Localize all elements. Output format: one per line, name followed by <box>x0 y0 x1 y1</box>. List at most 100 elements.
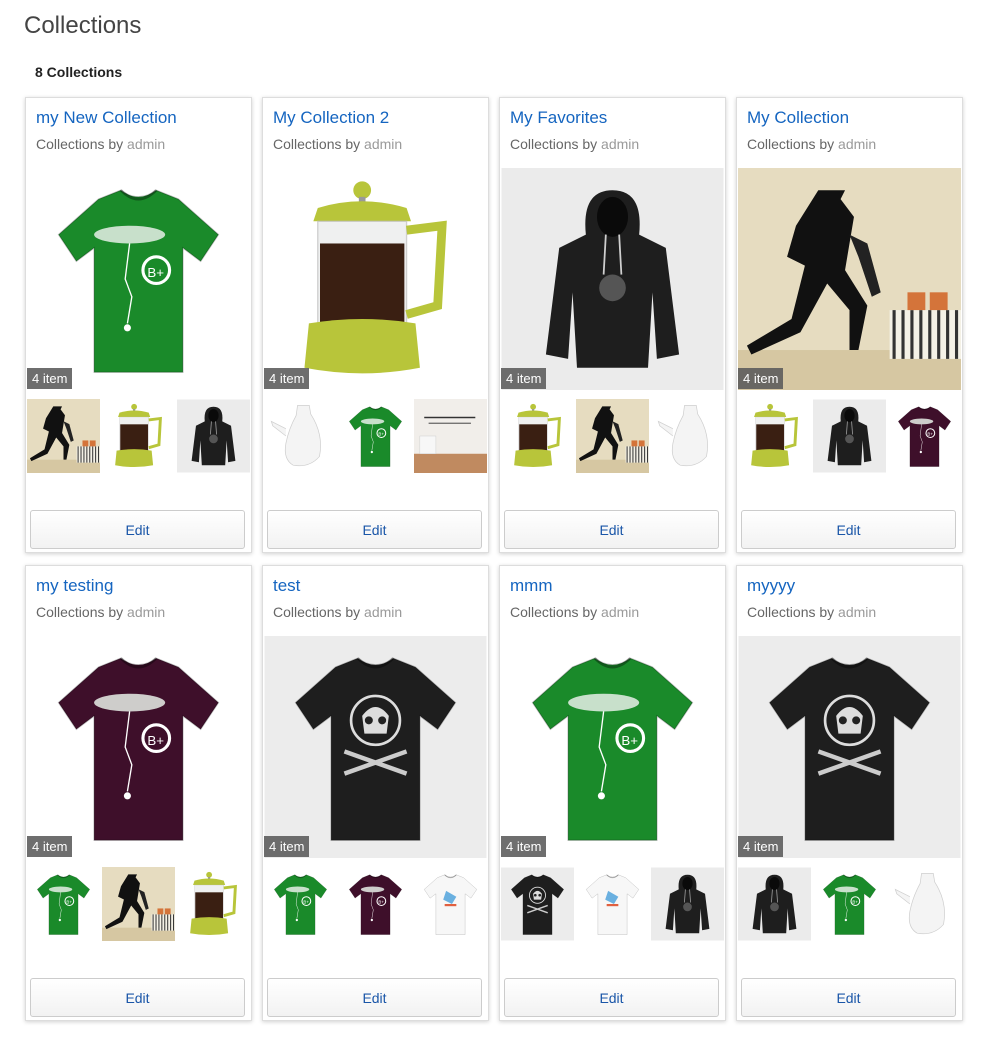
item-count-badge: 4 item <box>264 836 310 857</box>
collection-cover-image-wall-dancer[interactable] <box>738 168 961 390</box>
thumbnail-hoodie-black[interactable] <box>813 399 886 473</box>
edit-button[interactable]: Edit <box>267 978 482 1017</box>
item-count-badge: 4 item <box>264 368 310 389</box>
edit-button[interactable]: Edit <box>267 510 482 549</box>
thumbnail-tshirt-green[interactable]: B+ <box>813 867 886 941</box>
thumbnail-wall-dancer[interactable] <box>27 399 100 473</box>
collection-title-link[interactable]: my New Collection <box>36 108 177 128</box>
byline-author[interactable]: admin <box>127 136 165 152</box>
thumbnail-strip <box>27 399 250 473</box>
page-title: Collections <box>24 12 142 39</box>
collection-cover-image-hoodie-black[interactable] <box>501 168 724 390</box>
byline-prefix: Collections by <box>36 604 124 620</box>
collection-card: mmm Collections by admin B+ 4 item Edit <box>499 565 726 1021</box>
collection-title-link[interactable]: mmm <box>510 576 552 596</box>
svg-text:B+: B+ <box>378 431 384 436</box>
thumbnail-kettle-white[interactable] <box>264 399 337 473</box>
collection-byline: Collections by admin <box>510 136 639 152</box>
collection-cover-image-tshirt-purple[interactable]: B+ <box>27 636 250 858</box>
collection-card: my New Collection Collections by admin B+ 4… <box>25 97 252 553</box>
thumbnail-tshirt-green[interactable]: B+ <box>339 399 412 473</box>
thumbnail-tshirt-purple[interactable]: B+ <box>339 867 412 941</box>
svg-text:B+: B+ <box>147 265 164 280</box>
collection-cover-image-tshirt-black-skull[interactable] <box>264 636 487 858</box>
thumbnail-tshirt-green[interactable]: B+ <box>27 867 100 941</box>
collection-byline: Collections by admin <box>36 604 165 620</box>
thumbnail-french-press[interactable] <box>738 399 811 473</box>
thumbnail-tshirt-white-print[interactable] <box>414 867 487 941</box>
collection-cover-image-tshirt-green[interactable]: B+ <box>27 168 250 390</box>
thumbnail-strip: B+ <box>27 867 250 941</box>
thumbnail-hoodie-black[interactable] <box>738 867 811 941</box>
collection-cover-image-tshirt-black-skull[interactable] <box>738 636 961 858</box>
collection-card: test Collections by admin 4 item B+ B+ Edit <box>262 565 489 1021</box>
byline-author[interactable]: admin <box>601 604 639 620</box>
collection-title-link[interactable]: my testing <box>36 576 113 596</box>
byline-author[interactable]: admin <box>364 136 402 152</box>
collection-cover-image-tshirt-green[interactable]: B+ <box>501 636 724 858</box>
svg-text:B+: B+ <box>621 733 638 748</box>
byline-prefix: Collections by <box>273 136 361 152</box>
collections-grid: my New Collection Collections by admin B+ 4… <box>25 97 965 1021</box>
thumbnail-wall-quote[interactable] <box>414 399 487 473</box>
collection-title-link[interactable]: myyyy <box>747 576 795 596</box>
byline-author[interactable]: admin <box>127 604 165 620</box>
byline-prefix: Collections by <box>747 604 835 620</box>
item-count-badge: 4 item <box>738 836 784 857</box>
collection-byline: Collections by admin <box>747 604 876 620</box>
thumbnail-french-press[interactable] <box>501 399 574 473</box>
byline-author[interactable]: admin <box>601 136 639 152</box>
thumbnail-wall-dancer[interactable] <box>102 867 175 941</box>
collection-title-link[interactable]: My Favorites <box>510 108 607 128</box>
svg-text:B+: B+ <box>147 733 164 748</box>
thumbnail-tshirt-green[interactable]: B+ <box>264 867 337 941</box>
svg-text:B+: B+ <box>927 431 933 436</box>
item-count-badge: 4 item <box>501 368 547 389</box>
thumbnail-kettle-white[interactable] <box>651 399 724 473</box>
collection-card: My Collection 2 Collections by admin 4 ite… <box>262 97 489 553</box>
byline-prefix: Collections by <box>36 136 124 152</box>
item-count-badge: 4 item <box>501 836 547 857</box>
thumbnail-tshirt-white-print[interactable] <box>576 867 649 941</box>
collection-title-link[interactable]: My Collection 2 <box>273 108 389 128</box>
thumbnail-strip: B+ B+ <box>264 867 487 941</box>
edit-button[interactable]: Edit <box>741 978 956 1017</box>
thumbnail-strip <box>501 399 724 473</box>
thumbnail-french-press[interactable] <box>102 399 175 473</box>
thumbnail-wall-dancer[interactable] <box>576 399 649 473</box>
thumbnail-tshirt-black-skull[interactable] <box>501 867 574 941</box>
byline-author[interactable]: admin <box>838 136 876 152</box>
thumbnail-kettle-white[interactable] <box>888 867 961 941</box>
byline-prefix: Collections by <box>510 604 598 620</box>
thumbnail-hoodie-black[interactable] <box>651 867 724 941</box>
collection-card: myyyy Collections by admin 4 item B+ Edit <box>736 565 963 1021</box>
collection-byline: Collections by admin <box>36 136 165 152</box>
svg-text:B+: B+ <box>378 899 384 904</box>
collections-count: 8 Collections <box>35 64 123 80</box>
collection-byline: Collections by admin <box>747 136 876 152</box>
byline-author[interactable]: admin <box>364 604 402 620</box>
thumbnail-french-press[interactable] <box>177 867 250 941</box>
item-count-badge: 4 item <box>27 836 73 857</box>
thumbnail-hoodie-black[interactable] <box>177 399 250 473</box>
edit-button[interactable]: Edit <box>504 510 719 549</box>
collection-card: My Collection Collections by admin 4 item B… <box>736 97 963 553</box>
edit-button[interactable]: Edit <box>30 510 245 549</box>
thumbnail-strip: B+ <box>738 867 961 941</box>
collection-byline: Collections by admin <box>273 136 402 152</box>
collection-card: My Favorites Collections by admin 4 item Ed… <box>499 97 726 553</box>
collection-card: my testing Collections by admin B+ 4 item B+… <box>25 565 252 1021</box>
byline-prefix: Collections by <box>747 136 835 152</box>
collection-title-link[interactable]: test <box>273 576 300 596</box>
item-count-badge: 4 item <box>27 368 73 389</box>
edit-button[interactable]: Edit <box>30 978 245 1017</box>
svg-text:B+: B+ <box>852 899 858 904</box>
collection-byline: Collections by admin <box>273 604 402 620</box>
edit-button[interactable]: Edit <box>741 510 956 549</box>
svg-text:B+: B+ <box>303 899 309 904</box>
thumbnail-tshirt-purple[interactable]: B+ <box>888 399 961 473</box>
edit-button[interactable]: Edit <box>504 978 719 1017</box>
collection-cover-image-french-press[interactable] <box>264 168 487 390</box>
byline-author[interactable]: admin <box>838 604 876 620</box>
collection-title-link[interactable]: My Collection <box>747 108 849 128</box>
